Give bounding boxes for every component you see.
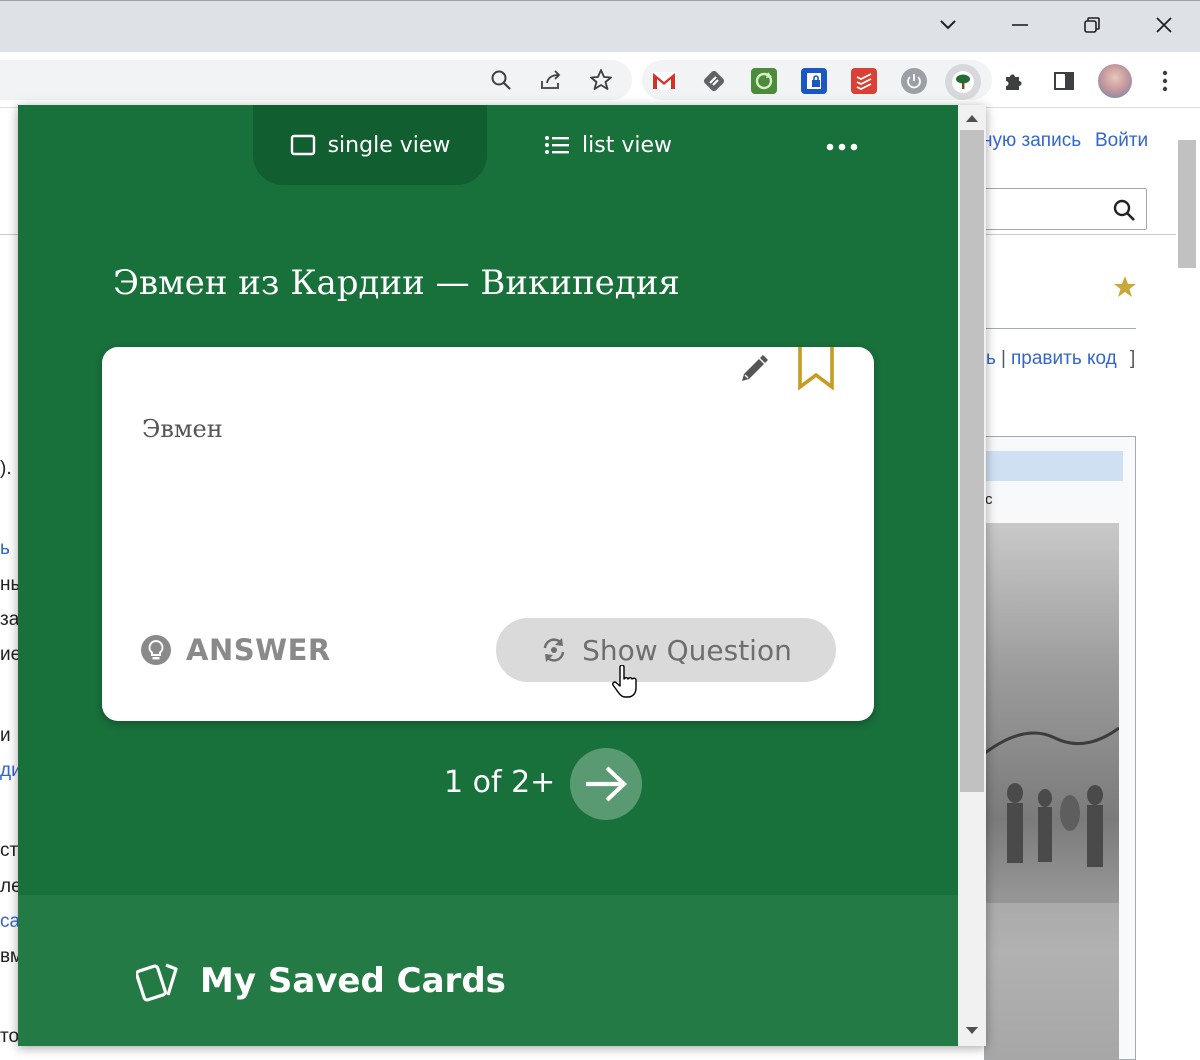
engraving-figures xyxy=(985,726,1119,1060)
arrow-right-icon xyxy=(586,766,628,802)
lock-extension-icon xyxy=(807,73,821,89)
infobox-text-fragment: с xyxy=(985,491,993,508)
tab-list-view[interactable]: list view xyxy=(518,105,698,185)
todoist-icon xyxy=(856,73,872,91)
link-fragment[interactable]: ь xyxy=(0,538,10,560)
popup-scrollbar[interactable] xyxy=(958,105,986,1046)
feedly-icon xyxy=(703,70,725,92)
text-fragment: и xyxy=(0,725,11,746)
side-panel-button[interactable] xyxy=(1051,68,1077,94)
share-icon xyxy=(541,70,561,89)
edit-card-button[interactable] xyxy=(734,349,774,389)
bookmark-card-button[interactable] xyxy=(796,347,836,391)
side-panel-icon xyxy=(1054,72,1074,90)
restore-icon xyxy=(1084,17,1100,33)
profile-avatar[interactable] xyxy=(1098,64,1132,98)
edit-separator: | xyxy=(1001,348,1006,369)
refresh-extension[interactable] xyxy=(751,68,777,94)
browser-menu-button[interactable] xyxy=(1152,68,1178,94)
popup-scrollbar-thumb[interactable] xyxy=(960,130,984,792)
my-saved-cards-link[interactable]: My Saved Cards xyxy=(136,960,506,1002)
tab-list-view-label: list view xyxy=(582,132,672,158)
share-button[interactable] xyxy=(535,64,567,96)
bookmark-icon xyxy=(798,347,834,391)
login-link[interactable]: Войти xyxy=(1095,130,1148,152)
bookmark-star-button[interactable] xyxy=(585,64,617,96)
card-question-text: Эвмен xyxy=(142,415,223,443)
restore-button[interactable] xyxy=(1072,7,1112,43)
engraving-image[interactable] xyxy=(985,523,1119,1060)
card-counter: 1 of 2+ xyxy=(444,765,556,800)
text-fragment: то xyxy=(0,1026,20,1047)
feedly-extension[interactable] xyxy=(701,68,727,94)
close-window-button[interactable] xyxy=(1144,7,1184,43)
my-saved-cards-label: My Saved Cards xyxy=(200,961,506,1001)
page-title: Эвмен из Кардии — Википедия xyxy=(113,263,680,303)
flashcard: Эвмен ANSWER Show Question xyxy=(102,347,874,721)
wiki-search-field[interactable] xyxy=(985,188,1147,230)
star-icon xyxy=(590,69,612,90)
list-view-icon xyxy=(544,134,570,156)
create-account-link[interactable]: ную запись xyxy=(982,130,1081,152)
search-icon xyxy=(491,70,511,90)
lock-extension[interactable] xyxy=(801,68,827,94)
search-icon[interactable] xyxy=(1112,198,1136,222)
todoist-extension[interactable] xyxy=(851,68,877,94)
minimize-button[interactable] xyxy=(1000,7,1040,43)
page-scrollbar-thumb[interactable] xyxy=(1178,140,1196,268)
more-options-button[interactable] xyxy=(818,131,866,163)
extensions-button[interactable] xyxy=(1001,68,1027,94)
title-underline xyxy=(984,328,1136,329)
single-view-icon xyxy=(290,134,316,156)
show-question-label: Show Question xyxy=(582,633,792,667)
edit-link[interactable]: ь xyxy=(986,348,996,370)
gmail-extension[interactable] xyxy=(651,68,677,94)
tab-single-view[interactable]: single view xyxy=(253,105,487,185)
power-icon xyxy=(907,74,921,89)
infobox-header xyxy=(985,451,1123,481)
flashcard-extension-active[interactable] xyxy=(945,64,981,100)
text-fragment: за xyxy=(0,609,20,630)
featured-star-icon xyxy=(1114,276,1136,297)
power-extension[interactable] xyxy=(901,68,927,94)
scroll-up-arrow-icon[interactable] xyxy=(966,115,978,122)
browser-titlebar xyxy=(0,0,1200,52)
tab-search-button[interactable] xyxy=(928,7,968,43)
tab-single-view-label: single view xyxy=(327,132,451,158)
pencil-icon xyxy=(742,355,768,381)
refresh-extension-icon xyxy=(755,72,773,90)
kebab-menu-icon xyxy=(1162,70,1168,92)
scroll-down-arrow-icon[interactable] xyxy=(966,1027,978,1034)
gmail-icon xyxy=(652,72,676,90)
chevron-down-icon xyxy=(940,20,956,30)
cards-icon xyxy=(136,960,182,1002)
browser-toolbar xyxy=(0,52,1200,108)
puzzle-icon xyxy=(1006,74,1022,90)
flip-icon xyxy=(540,636,568,664)
answer-label-text: ANSWER xyxy=(186,633,331,667)
lightbulb-icon xyxy=(140,634,172,666)
page-scrollbar[interactable] xyxy=(1176,120,1198,1060)
wiki-infobox: с xyxy=(984,436,1136,1060)
zoom-search-button[interactable] xyxy=(485,64,517,96)
next-card-button[interactable] xyxy=(570,748,642,820)
edit-code-link[interactable]: править код xyxy=(1011,348,1117,370)
close-icon xyxy=(1156,17,1172,33)
flashcard-popup: single view list view Эвмен из Кардии — … xyxy=(18,105,986,1046)
edit-bracket: ] xyxy=(1130,348,1136,369)
popup-main-area: single view list view Эвмен из Кардии — … xyxy=(18,105,958,895)
show-question-button[interactable]: Show Question xyxy=(496,618,836,682)
more-horizontal-icon xyxy=(826,143,858,151)
hand-cursor-icon xyxy=(612,665,637,698)
answer-indicator: ANSWER xyxy=(140,633,331,667)
minimize-icon xyxy=(1012,24,1028,26)
tree-extension-icon xyxy=(952,71,974,93)
text-fragment: ст xyxy=(0,840,19,861)
